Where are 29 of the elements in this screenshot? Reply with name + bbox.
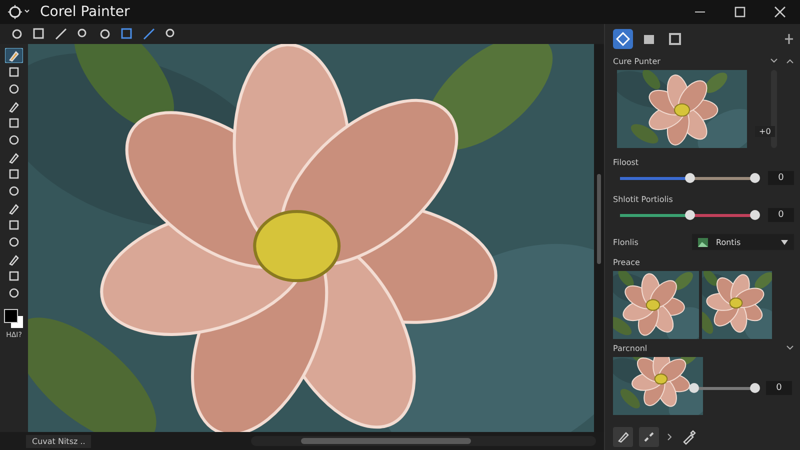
color-swatches[interactable] xyxy=(4,309,24,329)
maximize-icon[interactable] xyxy=(734,6,746,18)
chevron-icon[interactable] xyxy=(770,58,778,64)
caret-icon xyxy=(781,240,788,244)
preview-badge[interactable]: +0 xyxy=(755,126,775,137)
value-field[interactable]: 0 xyxy=(768,208,794,222)
value-field[interactable]: 0 xyxy=(768,171,794,185)
section-title: Parcnonl xyxy=(613,344,648,352)
value-field[interactable]: 0 xyxy=(766,381,792,395)
window-title: Corel Painter xyxy=(40,4,130,20)
collapse-icon[interactable] xyxy=(786,58,794,64)
panel-title: Cure Punter xyxy=(613,56,660,66)
slider[interactable] xyxy=(689,383,760,393)
circle-icon[interactable] xyxy=(10,27,24,41)
chevron-icon[interactable] xyxy=(786,345,794,351)
dropper-icon[interactable] xyxy=(681,429,697,445)
scrollbar-thumb[interactable] xyxy=(301,438,472,444)
crop-icon[interactable] xyxy=(32,27,46,41)
scrollbar-thumb[interactable] xyxy=(597,174,601,264)
link-icon[interactable] xyxy=(639,427,659,447)
section-title: Preace xyxy=(613,257,641,267)
document-tab[interactable]: Cuvat Nitsz .. xyxy=(26,434,92,448)
pin-icon[interactable] xyxy=(784,34,794,44)
slider-label: Shlotit Portiolis xyxy=(613,195,674,204)
close-icon[interactable] xyxy=(774,6,786,18)
slider-label: Filoost xyxy=(613,158,640,167)
dropdown[interactable]: Rontis xyxy=(692,234,794,250)
dropdown-label: Flonlis xyxy=(613,238,638,246)
app-logo-icon xyxy=(8,5,30,19)
